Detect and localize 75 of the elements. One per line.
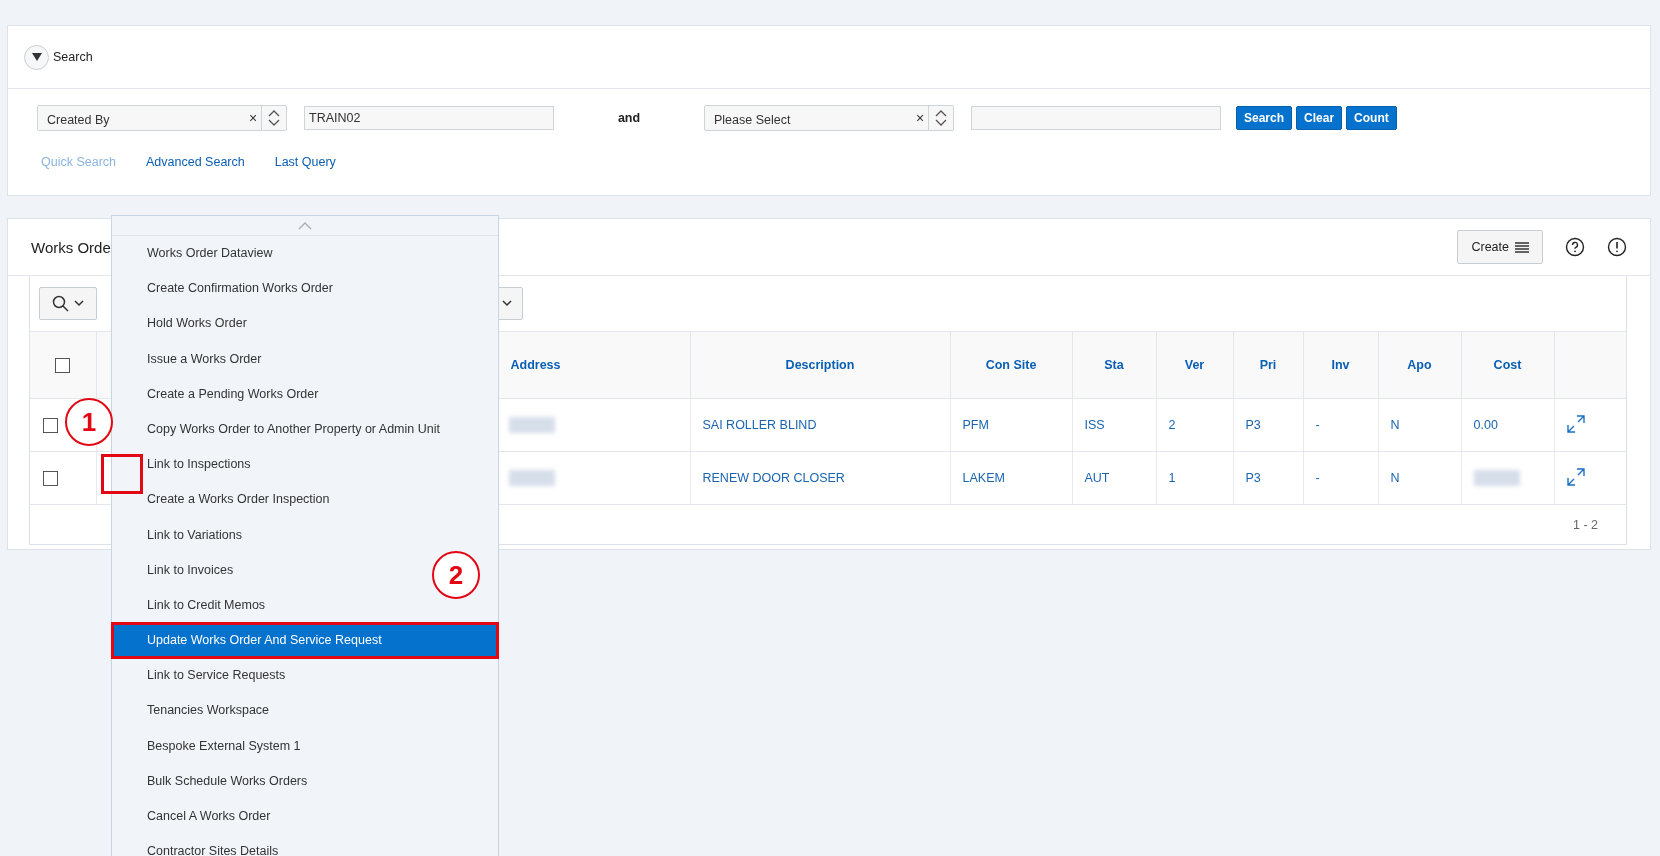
search-action-button[interactable]: Count [1346, 105, 1397, 130]
field-select[interactable]: Created By × [37, 104, 287, 131]
search-icon [52, 295, 69, 312]
search-action-button[interactable]: Clear [1296, 105, 1343, 130]
collapse-toggle-icon[interactable] [24, 44, 49, 70]
help-icon[interactable] [1565, 237, 1585, 257]
info-icon[interactable] [1607, 237, 1627, 257]
table-cell: P3 [1245, 471, 1261, 485]
menu-item[interactable]: Update Works Order And Service Request [112, 623, 498, 659]
menu-item[interactable]: Cancel A Works Order [112, 799, 279, 835]
table-cell: N [1390, 418, 1400, 432]
table-cell: P3 [1245, 418, 1261, 432]
table-cell: ISS [1084, 418, 1105, 432]
table-cell: AUT [1084, 471, 1110, 485]
table-cell: N [1390, 471, 1400, 485]
menu-item[interactable]: Tenancies Workspace [112, 693, 278, 729]
column-header[interactable]: Pri [1259, 358, 1277, 372]
menu-item[interactable]: Contractor Sites Details [112, 834, 287, 856]
search-mode-link[interactable]: Last Query [274, 155, 336, 169]
create-button[interactable]: Create [1457, 230, 1543, 264]
value-input[interactable] [971, 105, 1221, 130]
menu-item[interactable]: Issue a Works Order [112, 341, 270, 377]
table-cell: 0.00 [1473, 418, 1498, 432]
column-header[interactable]: Inv [1331, 358, 1350, 372]
expand-icon[interactable] [1566, 414, 1585, 433]
column-header[interactable]: Sta [1104, 358, 1124, 372]
menu-item[interactable]: Create Confirmation Works Order [112, 271, 341, 307]
table-cell: - [1315, 418, 1320, 432]
blurred-text [508, 470, 555, 486]
expand-icon[interactable] [1566, 467, 1585, 486]
value-input[interactable]: TRAIN02 [304, 105, 554, 130]
search-title: Search [53, 50, 93, 64]
table-cell: 2 [1168, 418, 1176, 432]
blurred-text [508, 417, 555, 433]
table-cell: LAKEM [962, 471, 1005, 485]
menu-item[interactable]: Works Order Dataview [112, 236, 281, 272]
menu-item[interactable]: Link to Variations [112, 517, 250, 553]
row-checkbox[interactable] [43, 417, 58, 433]
menu-item[interactable]: Link to Credit Memos [112, 587, 274, 624]
pagination-text: 1 - 2 [1573, 518, 1598, 532]
panel-title: Works Orde [31, 238, 111, 256]
column-header[interactable]: Ver [1184, 358, 1205, 372]
menu-item[interactable]: Create a Works Order Inspection [112, 482, 338, 518]
table-cell: SAI ROLLER BLIND [702, 418, 817, 432]
table-cell: 1 [1168, 471, 1176, 485]
table-cell: RENEW DOOR CLOSER [702, 471, 845, 485]
search-action-button[interactable]: Search [1236, 105, 1293, 130]
highlight-frame [101, 454, 143, 494]
caret-icon [74, 300, 84, 307]
menu-item[interactable]: Link to Invoices [112, 552, 242, 588]
search-mode-link[interactable]: Advanced Search [146, 155, 245, 169]
blurred-text [1473, 470, 1520, 486]
column-header[interactable]: Con Site [985, 358, 1037, 372]
menu-item[interactable]: Hold Works Order [112, 306, 255, 342]
menu-item[interactable]: Bulk Schedule Works Orders [112, 763, 316, 799]
menu-item[interactable]: Bespoke External System 1 [112, 728, 309, 764]
column-header[interactable]: Cost [1493, 358, 1522, 372]
menu-item[interactable]: Link to Service Requests [112, 658, 294, 694]
column-header[interactable]: Description [785, 358, 855, 372]
caret-icon [502, 300, 512, 307]
table-cell: PFM [962, 418, 989, 432]
conjunction-label: and [616, 110, 642, 125]
table-cell: - [1315, 471, 1320, 485]
clear-icon[interactable]: × [912, 109, 928, 126]
menu-item[interactable]: Copy Works Order to Another Property or Admin Unit [112, 411, 448, 448]
menu-lines-icon [1515, 241, 1529, 253]
search-menu-button[interactable] [39, 287, 97, 320]
menu-item[interactable]: Link to Inspections [112, 447, 259, 483]
row-checkbox[interactable] [43, 470, 58, 486]
select-all-checkbox[interactable] [55, 357, 71, 373]
menu-item[interactable]: Create a Pending Works Order [112, 376, 327, 412]
column-header[interactable]: Apo [1407, 358, 1432, 372]
clear-icon[interactable]: × [245, 109, 261, 126]
field-select[interactable]: Please Select × [704, 104, 954, 131]
column-header[interactable]: Address [510, 358, 561, 372]
